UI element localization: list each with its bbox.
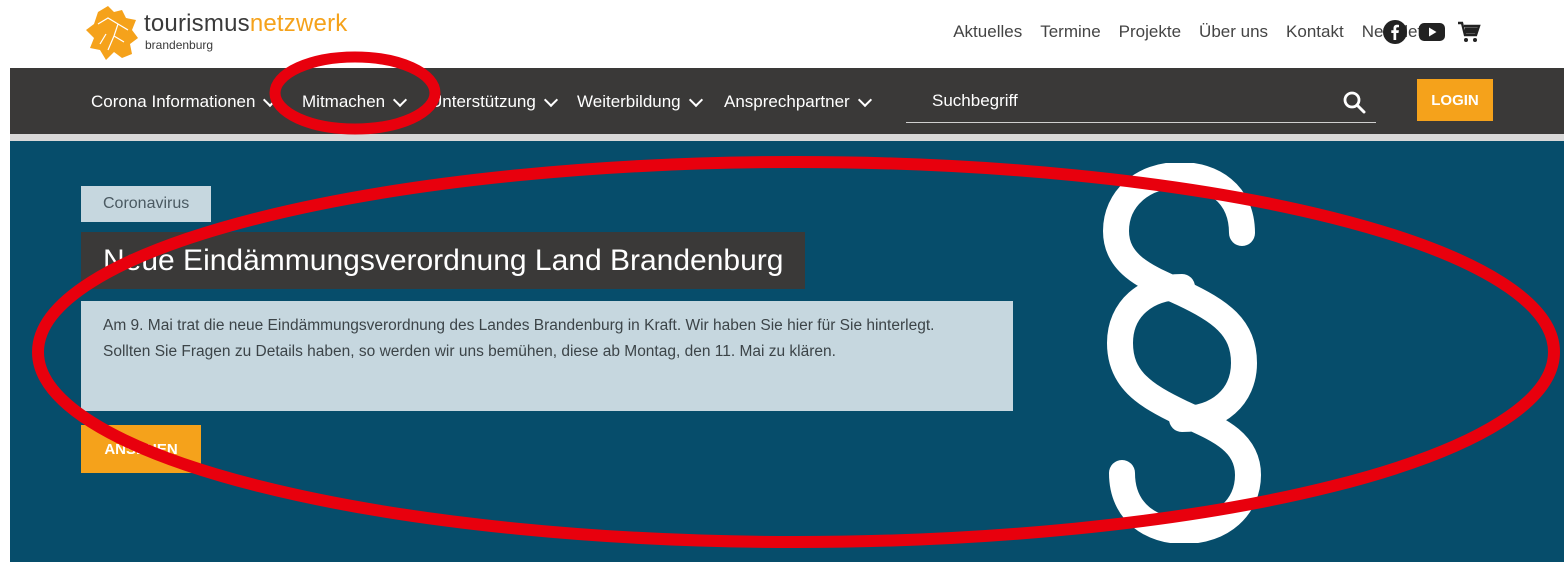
brand-subtitle: brandenburg: [145, 38, 214, 52]
main-nav: Corona Informationen Mitmachen Unterstüt…: [10, 68, 1564, 134]
facebook-icon[interactable]: [1383, 20, 1407, 44]
youtube-icon[interactable]: [1419, 21, 1445, 43]
toplink-projekte[interactable]: Projekte: [1119, 22, 1181, 42]
nav-item-weiterbildung[interactable]: Weiterbildung: [577, 92, 703, 112]
nav-item-unterstuetzung[interactable]: Unterstützung: [430, 92, 558, 112]
hero-description-text: Am 9. Mai trat die neue Eindämmungsveror…: [103, 317, 935, 360]
nav-divider: [10, 134, 1564, 141]
nav-item-label: Corona Informationen: [91, 92, 256, 111]
nav-item-label: Mitmachen: [302, 92, 386, 111]
nav-item-label: Weiterbildung: [577, 92, 681, 111]
logo[interactable]: tourismusnetzwerk brandenburg: [84, 4, 348, 64]
chevron-down-icon: [543, 92, 558, 107]
chevron-down-icon: [393, 92, 408, 107]
chevron-down-icon: [263, 92, 278, 107]
nav-item-corona-informationen[interactable]: Corona Informationen: [91, 92, 278, 112]
brandenburg-map-logo-icon: [86, 6, 138, 60]
view-button[interactable]: ANSEHEN: [81, 425, 201, 473]
social-icons: [1383, 20, 1481, 44]
nav-item-label: Unterstützung: [430, 92, 536, 111]
search-icon[interactable]: [1342, 90, 1366, 114]
hero-banner: Coronavirus Neue Eindämmungsverordnung L…: [10, 141, 1564, 562]
paragraph-symbol-icon: [1102, 163, 1262, 543]
cart-icon[interactable]: [1457, 20, 1481, 44]
hero-title: Neue Eindämmungsverordnung Land Brandenb…: [81, 232, 806, 289]
top-bar: tourismusnetzwerk brandenburg Aktuelles …: [0, 0, 1564, 68]
nav-item-label: Ansprechpartner: [724, 92, 850, 111]
category-tag[interactable]: Coronavirus: [81, 186, 212, 222]
search-input[interactable]: [930, 90, 1334, 112]
toplink-ueber-uns[interactable]: Über uns: [1199, 22, 1268, 42]
brand-name: tourismusnetzwerk: [144, 10, 348, 37]
toplink-termine[interactable]: Termine: [1040, 22, 1100, 42]
toplink-kontakt[interactable]: Kontakt: [1286, 22, 1344, 42]
search-bar: [906, 80, 1376, 123]
nav-item-mitmachen[interactable]: Mitmachen: [302, 92, 408, 112]
chevron-down-icon: [688, 92, 703, 107]
top-links: Aktuelles Termine Projekte Über uns Kont…: [953, 22, 1442, 42]
toplink-aktuelles[interactable]: Aktuelles: [953, 22, 1022, 42]
hero-description: Am 9. Mai trat die neue Eindämmungsveror…: [81, 301, 1013, 411]
chevron-down-icon: [857, 92, 872, 107]
login-button[interactable]: LOGIN: [1417, 79, 1493, 121]
nav-item-ansprechpartner[interactable]: Ansprechpartner: [724, 92, 872, 112]
